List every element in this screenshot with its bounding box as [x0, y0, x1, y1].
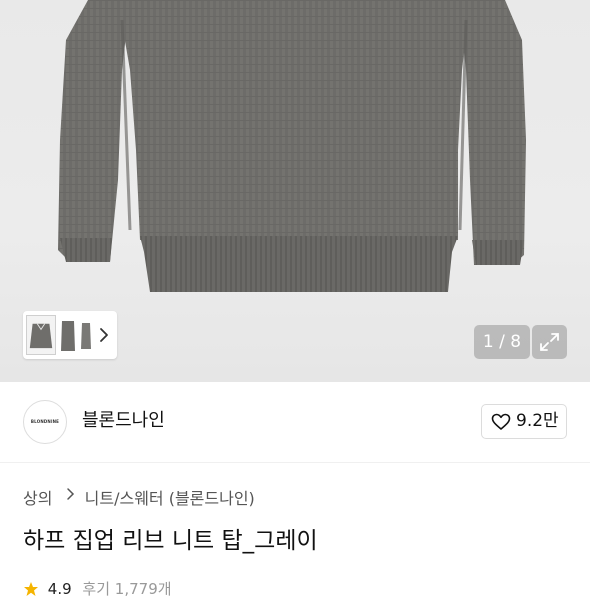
- thumbnail-2[interactable]: [59, 315, 77, 355]
- expand-button[interactable]: [532, 325, 567, 359]
- brand-logo[interactable]: BLONDNINE: [23, 400, 67, 444]
- expand-icon: [540, 333, 559, 351]
- review-count[interactable]: 후기 1,779개: [82, 578, 171, 600]
- breadcrumb-item-subcategory[interactable]: 니트/스웨터 (블론드나인): [85, 487, 255, 511]
- brand-row: BLONDNINE 블론드나인 9.2만: [0, 382, 590, 463]
- product-image-gallery[interactable]: 1 / 8: [0, 0, 590, 382]
- rating-value: 4.9: [47, 580, 72, 598]
- product-title: 하프 집업 리브 니트 탑_그레이: [23, 528, 318, 554]
- chevron-right-icon[interactable]: [95, 323, 113, 347]
- thumbnail-strip: [23, 311, 117, 359]
- like-button[interactable]: 9.2만: [481, 404, 567, 439]
- breadcrumb: 상의 니트/스웨터 (블론드나인): [23, 486, 255, 511]
- star-icon: [24, 582, 38, 596]
- thumbnail-1[interactable]: [26, 315, 56, 355]
- rating-row[interactable]: 4.9 후기 1,779개: [23, 578, 172, 600]
- like-count: 9.2만: [516, 411, 559, 431]
- brand-name[interactable]: 블론드나인: [82, 408, 165, 434]
- heart-icon: [491, 413, 511, 430]
- chevron-right-icon: [66, 488, 74, 500]
- breadcrumb-item-category[interactable]: 상의: [23, 487, 52, 511]
- image-counter: 1 / 8: [474, 325, 530, 359]
- thumbnail-3[interactable]: [79, 315, 93, 355]
